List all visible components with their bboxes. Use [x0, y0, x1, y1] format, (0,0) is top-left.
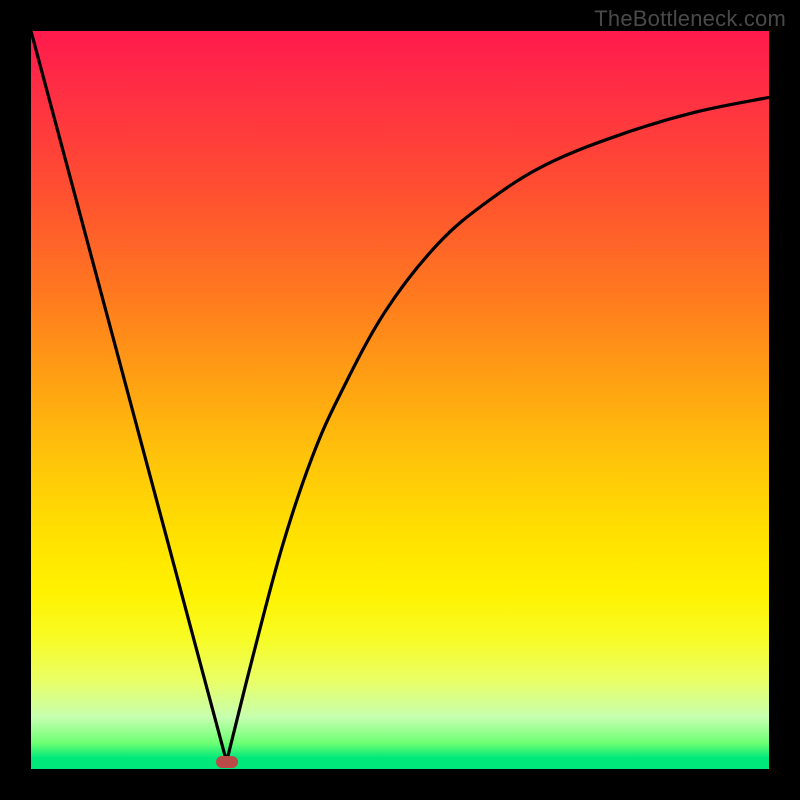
watermark-text: TheBottleneck.com: [594, 6, 786, 32]
curve-right-branch: [227, 97, 769, 761]
optimal-marker: [216, 756, 238, 768]
plot-area: [31, 31, 769, 769]
curve-left-branch: [31, 31, 227, 762]
bottleneck-curve: [31, 31, 769, 769]
chart-container: TheBottleneck.com: [0, 0, 800, 800]
